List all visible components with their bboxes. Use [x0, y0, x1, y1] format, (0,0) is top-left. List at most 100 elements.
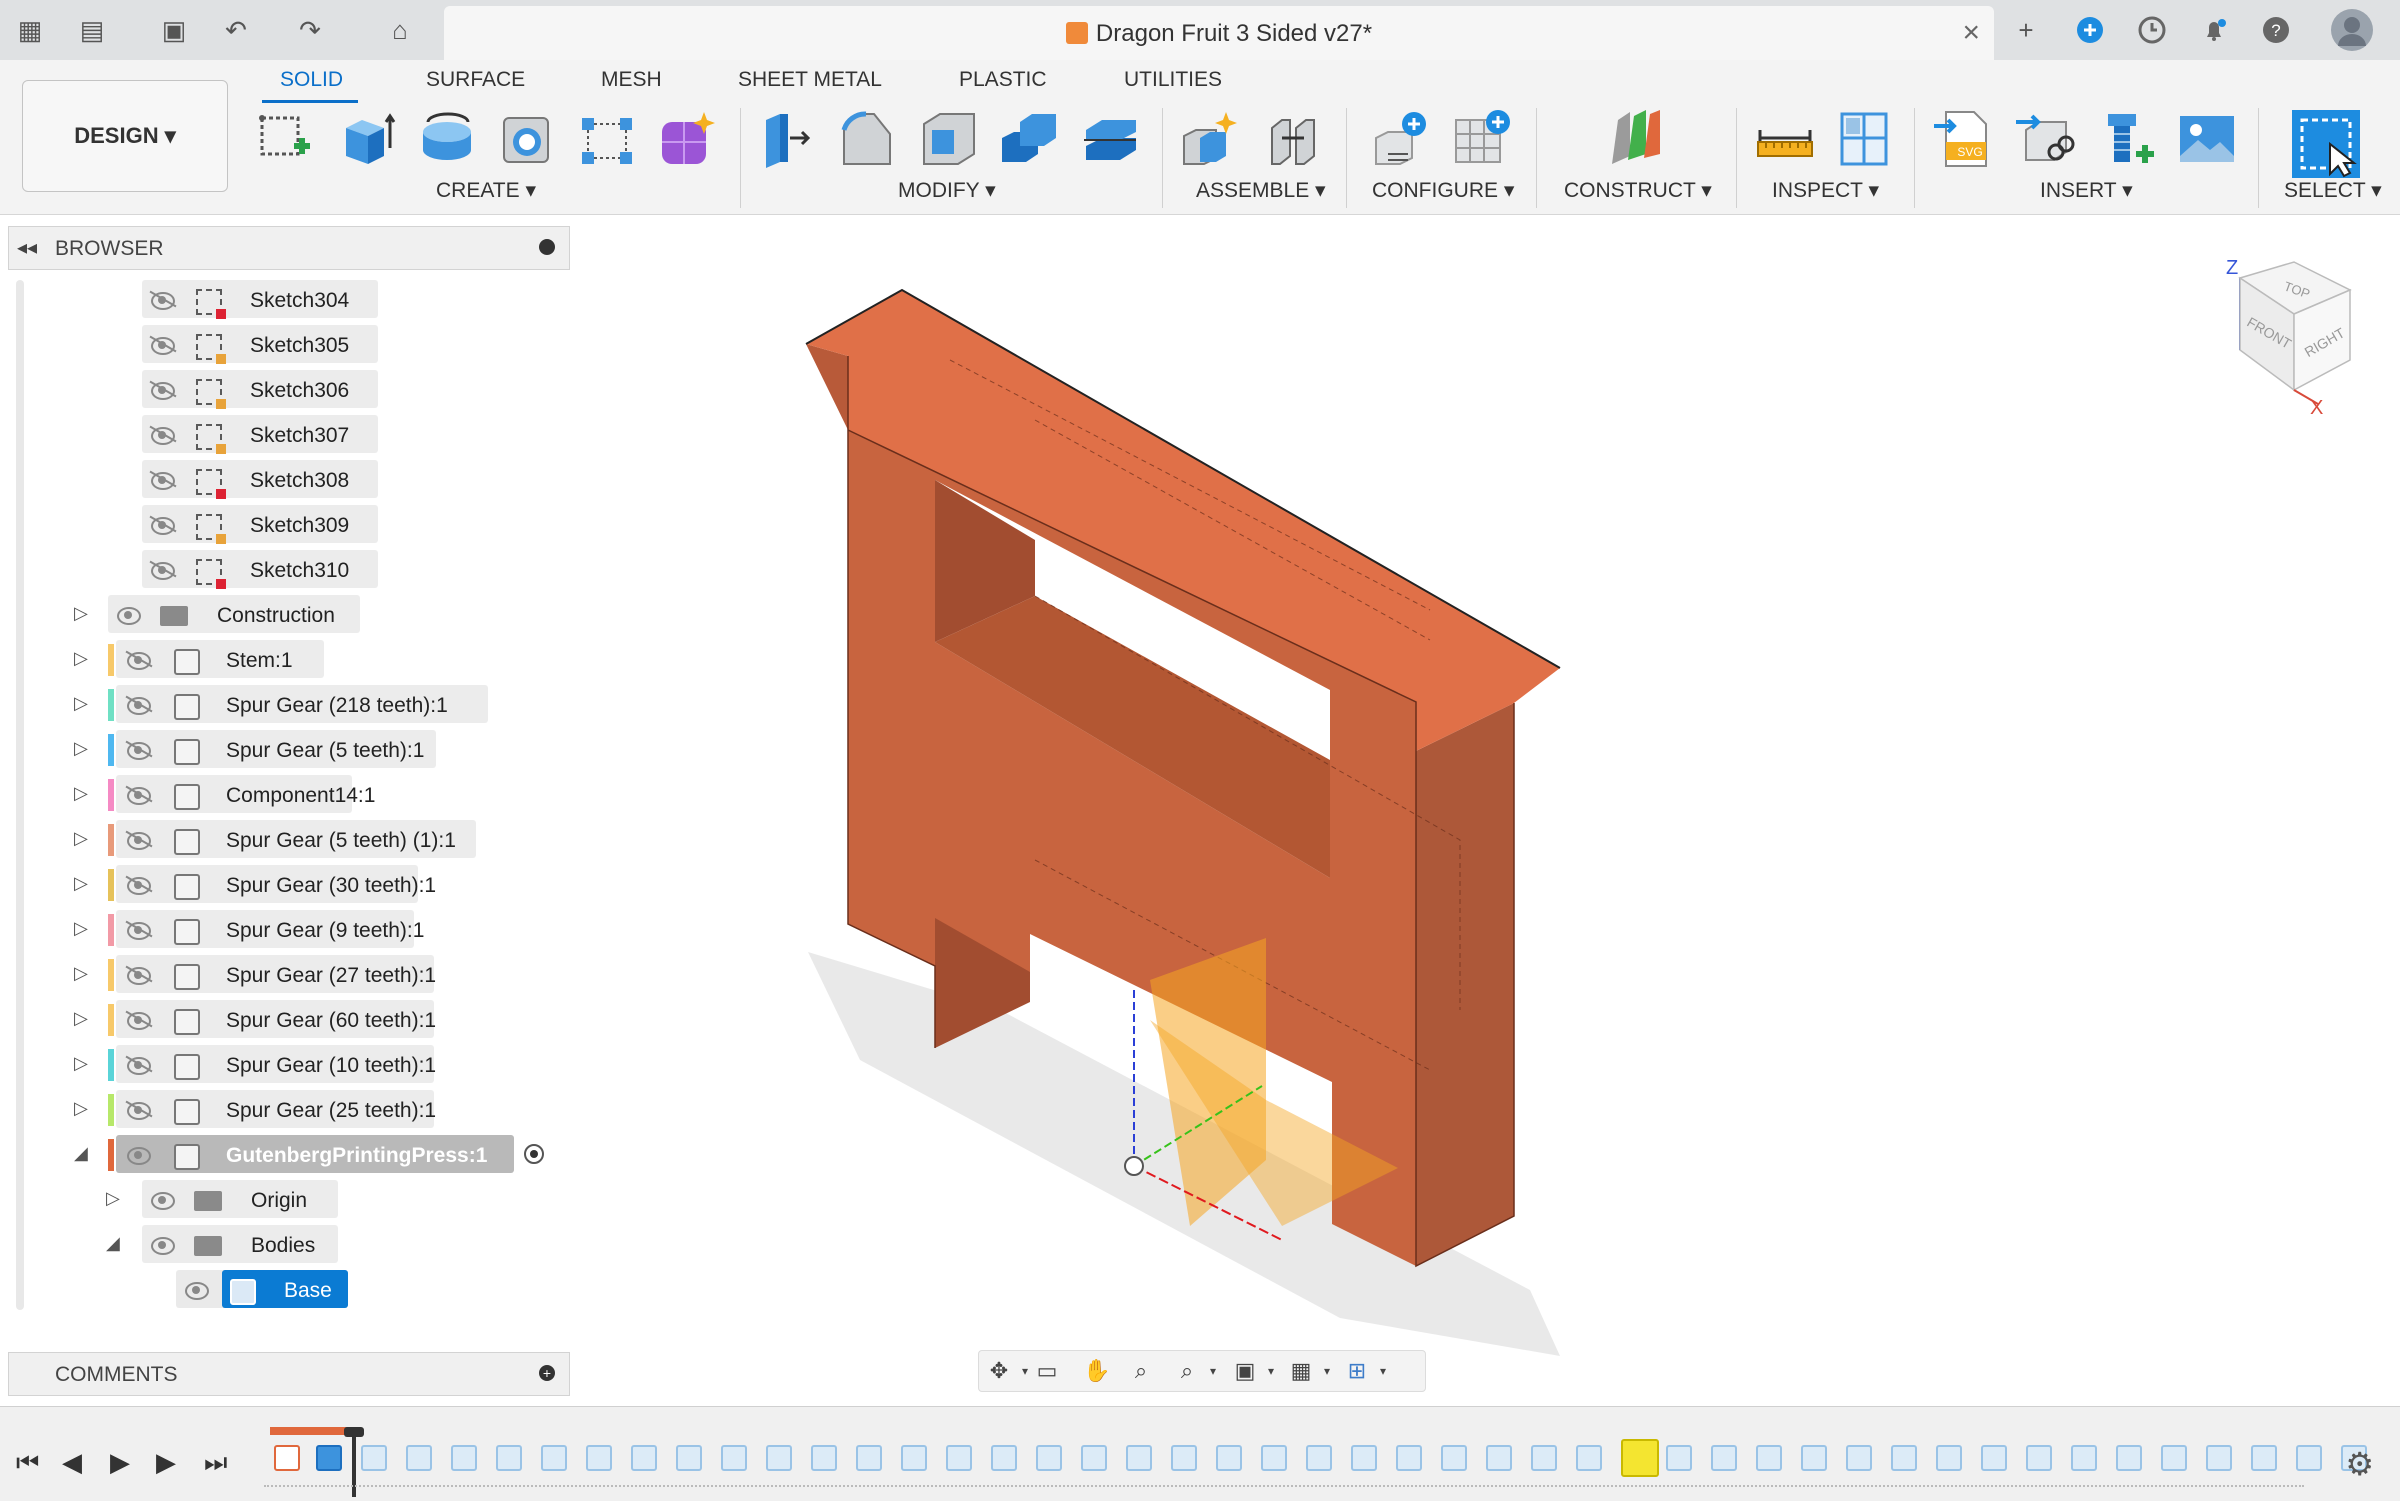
- pan-icon[interactable]: ✋: [1083, 1359, 1110, 1383]
- timeline-feature[interactable]: [274, 1445, 300, 1471]
- timeline-feature[interactable]: [1576, 1445, 1602, 1471]
- step-forward-icon[interactable]: ▶: [156, 1447, 176, 1478]
- fit-dropdown-icon[interactable]: ▾: [1201, 1359, 1225, 1383]
- timeline-feature[interactable]: [586, 1445, 612, 1471]
- visibility-toggle-icon[interactable]: [124, 785, 153, 805]
- browser-bodies-row[interactable]: ◢ Bodies: [0, 1225, 570, 1265]
- browser-component-row[interactable]: ▷ Spur Gear (9 teeth):1: [0, 910, 570, 950]
- inspect-menu[interactable]: INSPECT ▾: [1772, 178, 1879, 203]
- timeline-feature[interactable]: [1081, 1445, 1107, 1471]
- select-menu[interactable]: SELECT ▾: [2284, 178, 2382, 203]
- step-back-icon[interactable]: ◀: [62, 1447, 82, 1478]
- timeline-feature[interactable]: [2071, 1445, 2097, 1471]
- visibility-toggle-icon[interactable]: [148, 560, 177, 580]
- visibility-toggle-icon[interactable]: [148, 470, 177, 490]
- expand-arrow-icon[interactable]: ▷: [74, 873, 88, 894]
- timeline-feature[interactable]: [991, 1445, 1017, 1471]
- shell-icon[interactable]: [918, 108, 980, 170]
- browser-component-row[interactable]: ▷ Spur Gear (30 teeth):1: [0, 865, 570, 905]
- browser-component-row[interactable]: ▷ Spur Gear (5 teeth) (1):1: [0, 820, 570, 860]
- tab-mesh[interactable]: MESH: [601, 68, 662, 92]
- assemble-menu[interactable]: ASSEMBLE ▾: [1196, 178, 1326, 203]
- browser-component-row[interactable]: ▷ Spur Gear (10 teeth):1: [0, 1045, 570, 1085]
- create-sketch-icon[interactable]: [254, 108, 316, 170]
- tab-utilities[interactable]: UTILITIES: [1124, 68, 1222, 92]
- insert-menu[interactable]: INSERT ▾: [2040, 178, 2133, 203]
- close-tab-button[interactable]: ×: [1962, 16, 1980, 50]
- fillet-icon[interactable]: [836, 108, 898, 170]
- timeline-feature[interactable]: [946, 1445, 972, 1471]
- browser-active-component-row[interactable]: ◢ GutenbergPrintingPress:1: [0, 1135, 570, 1175]
- expand-arrow-icon[interactable]: ▷: [74, 1053, 88, 1074]
- expand-arrow-icon[interactable]: ▷: [74, 738, 88, 759]
- timeline-feature[interactable]: [361, 1445, 387, 1471]
- model-viewport[interactable]: [570, 214, 2400, 1404]
- pattern-icon[interactable]: [576, 108, 638, 170]
- select-icon[interactable]: [2290, 108, 2362, 180]
- visibility-toggle-icon[interactable]: [124, 650, 153, 670]
- expand-arrow-icon[interactable]: ▷: [74, 693, 88, 714]
- insert-svg-icon[interactable]: SVG: [1932, 108, 1994, 170]
- activate-radio[interactable]: [524, 1144, 544, 1164]
- timeline-feature[interactable]: [1621, 1439, 1659, 1477]
- browser-component-row[interactable]: ▷ Component14:1: [0, 775, 570, 815]
- timeline-feature[interactable]: [676, 1445, 702, 1471]
- browser-sketch-row[interactable]: Sketch310: [0, 550, 570, 590]
- browser-component-row[interactable]: ▷ Spur Gear (218 teeth):1: [0, 685, 570, 725]
- timeline-settings-icon[interactable]: ⚙: [2345, 1445, 2374, 1483]
- user-avatar[interactable]: [2330, 8, 2374, 52]
- visibility-toggle-icon[interactable]: [148, 425, 177, 445]
- visibility-toggle-icon[interactable]: [124, 1100, 153, 1120]
- expand-arrow-icon[interactable]: ▷: [74, 828, 88, 849]
- visibility-toggle-icon[interactable]: [124, 875, 153, 895]
- timeline-feature[interactable]: [1441, 1445, 1467, 1471]
- grid-dropdown-icon[interactable]: ▾: [1315, 1359, 1339, 1383]
- document-tab[interactable]: Dragon Fruit 3 Sided v27* ×: [444, 6, 1994, 60]
- browser-origin-row[interactable]: ▷ Origin: [0, 1180, 570, 1220]
- viewports-icon[interactable]: ⊞: [1345, 1359, 1369, 1383]
- file-icon[interactable]: ▤: [76, 14, 108, 46]
- view-cube[interactable]: Z X TOP FRONT RIGHT: [2210, 250, 2360, 420]
- timeline-feature[interactable]: [1801, 1445, 1827, 1471]
- go-to-end-icon[interactable]: ⏭: [204, 1447, 227, 1479]
- browser-sketch-row[interactable]: Sketch308: [0, 460, 570, 500]
- timeline-feature[interactable]: [316, 1445, 342, 1471]
- timeline-feature[interactable]: [1126, 1445, 1152, 1471]
- orbit-dropdown-icon[interactable]: ▾: [1013, 1359, 1037, 1383]
- extrude-icon[interactable]: [336, 108, 398, 170]
- hole-icon[interactable]: [496, 108, 558, 170]
- visibility-toggle-icon[interactable]: [124, 695, 153, 715]
- browser-sketch-row[interactable]: Sketch307: [0, 415, 570, 455]
- timeline-feature[interactable]: [2116, 1445, 2142, 1471]
- insert-mcmaster-icon[interactable]: [2014, 108, 2076, 170]
- expand-arrow-icon[interactable]: ▷: [106, 1188, 120, 1209]
- timeline-feature[interactable]: [631, 1445, 657, 1471]
- browser-construction-row[interactable]: ▷ Construction: [0, 595, 570, 635]
- origin-point[interactable]: [1124, 1156, 1144, 1176]
- browser-sketch-row[interactable]: Sketch304: [0, 280, 570, 320]
- browser-component-row[interactable]: ▷ Spur Gear (5 teeth):1: [0, 730, 570, 770]
- collapse-arrow-icon[interactable]: ◢: [106, 1233, 120, 1254]
- visibility-toggle-icon[interactable]: [124, 1010, 153, 1030]
- tab-plastic[interactable]: PLASTIC: [959, 68, 1047, 92]
- visibility-toggle-icon[interactable]: [148, 1235, 176, 1255]
- play-icon[interactable]: ▶: [110, 1447, 130, 1478]
- display-settings-icon[interactable]: ▣: [1233, 1359, 1257, 1383]
- timeline-feature[interactable]: [1396, 1445, 1422, 1471]
- browser-sketch-row[interactable]: Sketch306: [0, 370, 570, 410]
- undo-icon[interactable]: ↶: [220, 14, 252, 46]
- timeline-feature[interactable]: [1756, 1445, 1782, 1471]
- configure-icon[interactable]: [1370, 108, 1432, 170]
- extensions-icon[interactable]: [2074, 14, 2106, 46]
- construct-menu[interactable]: CONSTRUCT ▾: [1564, 178, 1712, 203]
- expand-arrow-icon[interactable]: ▷: [74, 783, 88, 804]
- timeline-feature[interactable]: [766, 1445, 792, 1471]
- browser-minimize-button[interactable]: [539, 239, 555, 255]
- configuration-table-icon[interactable]: [1450, 108, 1512, 170]
- timeline-feature[interactable]: [1891, 1445, 1917, 1471]
- timeline-feature[interactable]: [1846, 1445, 1872, 1471]
- viewports-dropdown-icon[interactable]: ▾: [1371, 1359, 1395, 1383]
- browser-component-row[interactable]: ▷ Spur Gear (25 teeth):1: [0, 1090, 570, 1130]
- timeline-feature[interactable]: [1711, 1445, 1737, 1471]
- save-icon[interactable]: ▣: [158, 14, 190, 46]
